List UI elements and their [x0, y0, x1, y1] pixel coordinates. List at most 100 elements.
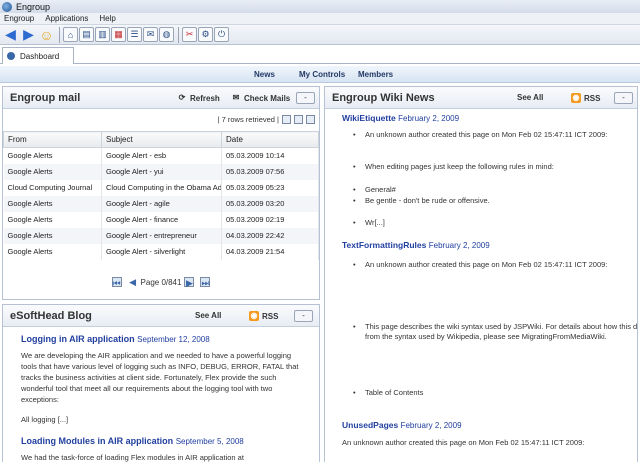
page-indicator: Page 0/841 [140, 277, 182, 287]
wiki-see-all-link[interactable]: See All [517, 93, 543, 102]
wiki-entry-title[interactable]: TextFormattingRules February 2, 2009 [342, 240, 490, 250]
blog-rss-label: RSS [262, 311, 279, 321]
wiki-entry-name: TextFormattingRules [342, 240, 427, 250]
wiki-bullet: When editing pages just keep the followi… [353, 162, 637, 172]
wiki-bullet: An unknown author created this page on M… [353, 130, 637, 140]
mail-panel-header: Engroup mail ⟳ Refresh ✉ Check Mails - [3, 87, 319, 109]
notes-icon[interactable]: ▥ [95, 27, 110, 42]
toolbar-separator [178, 26, 179, 43]
wiki-entry-date: February 2, 2009 [400, 421, 462, 430]
wiki-entry-title[interactable]: UnusedPages February 2, 2009 [342, 420, 462, 430]
cell-date: 05.03.2009 07:56 [221, 163, 319, 180]
table-row[interactable]: Google Alerts Google Alert - esb 05.03.200… [3, 147, 319, 164]
mail-table: From Subject Date Google Alerts Google Al… [3, 131, 319, 260]
next-page-icon[interactable]: ▶ [184, 277, 195, 288]
wiki-entry-title[interactable]: WikiEtiquette February 2, 2009 [342, 113, 459, 123]
blog-collapse-button[interactable]: - [294, 310, 313, 322]
wiki-entry-date: February 2, 2009 [428, 241, 490, 250]
cell-date: 04.03.2009 21:54 [221, 243, 319, 260]
nav-bar: News My Controls Members [0, 66, 640, 83]
cell-subject: Google Alert - esb [101, 147, 222, 164]
check-mails-label: Check Mails [244, 93, 291, 103]
prev-page-icon[interactable]: ◀ [128, 277, 138, 287]
tab-label: Dashboard [20, 51, 60, 61]
globe-icon[interactable]: ◍ [159, 27, 174, 42]
cell-subject: Google Alert - finance [101, 211, 222, 228]
wiki-entry-date: February 2, 2009 [398, 114, 460, 123]
smiley-icon[interactable]: ☺ [38, 26, 55, 43]
power-icon[interactable]: ⏻ [214, 27, 229, 42]
nav-my-controls[interactable]: My Controls [299, 70, 345, 79]
check-mails-button[interactable]: ✉ Check Mails [231, 93, 291, 103]
post-title[interactable]: Logging in AIR application September 12,… [21, 334, 301, 344]
nav-members[interactable]: Members [358, 70, 393, 79]
wiki-bullet: Wr[...] [353, 218, 637, 228]
home-icon[interactable]: ⌂ [63, 27, 78, 42]
cell-date: 04.03.2009 22:42 [221, 227, 319, 244]
menu-help[interactable]: Help [99, 14, 115, 23]
post-title-text: Loading Modules in AIR application [21, 436, 174, 446]
cell-subject: Google Alert - agile [101, 195, 222, 212]
column-date[interactable]: Date [221, 131, 319, 148]
menu-engroup[interactable]: Engroup [4, 14, 34, 23]
blog-rss-button[interactable]: ◉ RSS [249, 311, 278, 321]
cell-subject: Google Alert - silverlight [101, 243, 222, 260]
refresh-button[interactable]: ⟳ Refresh [177, 93, 220, 103]
blog-panel-header: eSoftHead Blog See All ◉ RSS - [3, 305, 319, 327]
table-row[interactable]: Google Alerts Google Alert - finance 05.03… [3, 211, 319, 228]
check-mail-icon: ✉ [232, 93, 240, 102]
post-date: September 5, 2008 [175, 437, 244, 446]
menu-applications[interactable]: Applications [45, 14, 88, 23]
refresh-label: Refresh [190, 93, 220, 103]
table-row[interactable]: Google Alerts Google Alert - entrepreneur… [3, 227, 319, 244]
cell-subject: Google Alert - entrepreneur [101, 227, 222, 244]
mail-pager: ⏮ ◀ Page 0/841 ▶ ⏭ [3, 275, 319, 289]
wiki-collapse-button[interactable]: - [614, 92, 633, 104]
toolbar: ◀ ▶ ☺ ⌂ ▤ ▥ ▦ ☰ ✉ ◍ ✂ ⚙ ⏻ [0, 25, 640, 45]
settings-icon[interactable]: ⚙ [198, 27, 213, 42]
wiki-content: WikiEtiquette February 2, 2009 An unknow… [325, 110, 637, 462]
cell-subject: Google Alert - yui [101, 163, 222, 180]
mail-icon[interactable]: ✉ [143, 27, 158, 42]
post-title-text: Logging in AIR application [21, 334, 135, 344]
table-row[interactable]: Google Alerts Google Alert - yui 05.03.200… [3, 163, 319, 180]
rss-icon: ◉ [571, 93, 581, 103]
export-icon[interactable] [282, 115, 291, 124]
cell-from: Cloud Computing Journal [3, 179, 102, 196]
cell-date: 05.03.2009 02:19 [221, 211, 319, 228]
tab-dashboard[interactable]: Dashboard [2, 47, 74, 64]
column-from[interactable]: From [3, 131, 102, 148]
app-window: Engroup Engroup Applications Help ◀ ▶ ☺ … [0, 0, 640, 462]
table-row[interactable]: Google Alerts Google Alert - agile 05.03.2… [3, 195, 319, 212]
blog-see-all-link[interactable]: See All [195, 311, 221, 320]
table-row[interactable]: Google Alerts Google Alert - silverlight 0… [3, 243, 319, 260]
nav-news[interactable]: News [254, 70, 275, 79]
column-subject[interactable]: Subject [101, 131, 222, 148]
cell-from: Google Alerts [3, 243, 102, 260]
rows-retrieved: | 7 rows retrieved | [217, 115, 279, 124]
last-page-icon[interactable]: ⏭ [200, 277, 211, 288]
first-page-icon[interactable]: ⏮ [111, 277, 122, 288]
post-title[interactable]: Loading Modules in AIR application Septe… [21, 436, 301, 446]
wiki-entry-name: UnusedPages [342, 420, 399, 430]
dashboard-icon [7, 52, 15, 60]
mail-collapse-button[interactable]: - [296, 92, 315, 104]
cell-date: 05.03.2009 03:20 [221, 195, 319, 212]
print-icon[interactable] [294, 115, 303, 124]
tools-icon[interactable]: ✂ [182, 27, 197, 42]
blog-panel-title: eSoftHead Blog [10, 310, 92, 322]
reload-icon[interactable] [306, 115, 315, 124]
calendar-icon[interactable]: ▦ [111, 27, 126, 42]
forward-arrow-icon[interactable]: ▶ [20, 26, 37, 43]
wiki-panel: Engroup Wiki News See All ◉ RSS - WikiEti… [324, 86, 638, 462]
wiki-entry-name: WikiEtiquette [342, 113, 396, 123]
wiki-bullet: This page describes the wiki syntax used… [353, 322, 637, 342]
tab-strip: Dashboard [0, 46, 640, 64]
wiki-rss-button[interactable]: ◉ RSS [571, 93, 600, 103]
back-arrow-icon[interactable]: ◀ [2, 26, 19, 43]
post-date: September 12, 2008 [137, 335, 210, 344]
table-row[interactable]: Cloud Computing Journal Cloud Computing i… [3, 179, 319, 196]
list-icon[interactable]: ☰ [127, 27, 142, 42]
document-icon[interactable]: ▤ [79, 27, 94, 42]
menu-bar: Engroup Applications Help [0, 13, 640, 25]
